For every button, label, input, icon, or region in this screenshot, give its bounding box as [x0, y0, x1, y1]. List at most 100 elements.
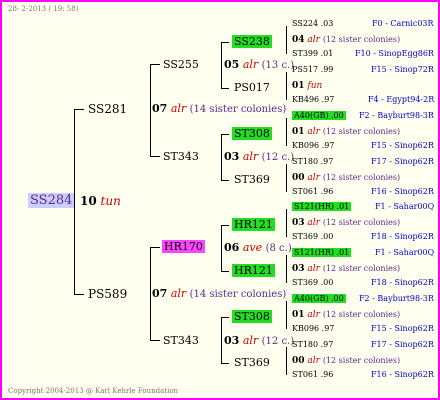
connector-line — [74, 109, 84, 110]
connector-line — [221, 88, 229, 89]
gen2-node[interactable]: SS255 — [163, 59, 199, 70]
connector-line — [286, 347, 287, 375]
gen4-row[interactable]: KB496 .97 F4 - Egypt94-2R — [292, 95, 434, 104]
gen3-node[interactable]: ST369 — [234, 357, 270, 368]
connector-line — [221, 317, 222, 363]
gen4-id: ST061 .96 — [292, 370, 334, 379]
gen4-row[interactable]: A40(GB) .00 F2 - Bayburt98-3R — [292, 111, 434, 120]
connector-line — [74, 294, 84, 295]
gen4-id: S121(HR) .01 — [292, 248, 352, 257]
gen4-note: (12 sister colonies) — [322, 173, 401, 182]
gen1-node[interactable]: SS281 — [88, 103, 127, 115]
gen4-row[interactable]: S121(HR) .01 F1 - Sahar00Q — [292, 248, 434, 257]
gen4-row[interactable]: ST369 .00 F18 - Sinop62R — [292, 278, 434, 287]
gen4-id: S121(HR) .01 — [292, 202, 352, 211]
gen1-info: 07 alr (14 sister colonies) — [152, 287, 287, 300]
gen4-row[interactable]: ST399 .01 F10 - SinopEgg86R — [292, 49, 434, 58]
gen4-num: 01 — [292, 310, 305, 320]
gen4-row[interactable]: 00 alr (12 sister colonies) — [292, 174, 400, 183]
gen2-node[interactable]: ST343 — [163, 151, 199, 162]
gen4-line: F17 - Sinop62R — [371, 340, 434, 349]
connector-line — [150, 64, 151, 156]
gen4-breed: alr — [307, 264, 320, 274]
connector-line — [221, 363, 229, 364]
gen4-breed: alr — [307, 356, 320, 366]
gen4-num: 03 — [292, 264, 305, 274]
connector-line — [221, 180, 229, 181]
gen4-line: F18 - Sinop62R — [371, 232, 434, 241]
gen4-row[interactable]: ST369 .00 F18 - Sinop62R — [292, 233, 434, 241]
gen4-row[interactable]: ST180 .97 F17 - Sinop62R — [292, 157, 434, 166]
gen4-line: F2 - Bayburt98-3R — [359, 294, 434, 303]
connector-line — [221, 134, 229, 135]
root-id: SS284 — [28, 193, 75, 208]
gen2-node[interactable]: HR170 — [162, 240, 205, 253]
gen3-node[interactable]: ST308 — [232, 310, 272, 323]
gen4-id: ST180 .97 — [292, 157, 334, 166]
gen4-breed: alr — [307, 35, 320, 45]
gen4-row[interactable]: ST180 .97 F17 - Sinop62R — [292, 341, 434, 349]
gen4-id: PS517 .99 — [292, 65, 334, 74]
connector-line — [221, 271, 229, 272]
gen4-row[interactable]: 00 alr (12 sister colonies) — [292, 357, 400, 366]
gen1-node[interactable]: PS589 — [88, 288, 127, 300]
gen4-note: (12 sister colonies) — [322, 356, 401, 365]
gen4-line: F16 - Sinop62R — [371, 187, 434, 196]
gen4-row[interactable]: KB096 .97 F15 - Sinop62R — [292, 142, 434, 150]
gen4-row[interactable]: 03 alr (12 sister colonies) — [292, 219, 400, 228]
gen4-row[interactable]: ST061 .96 F16 - Sinop62R — [292, 188, 434, 196]
connector-line — [221, 317, 229, 318]
gen4-row[interactable]: ST061 .96 F16 - Sinop62R — [292, 370, 434, 379]
gen2-node[interactable]: ST343 — [163, 335, 199, 346]
gen4-id: ST399 .01 — [292, 49, 334, 58]
gen4-id: KB096 .97 — [292, 324, 335, 333]
gen4-id: SS224 .03 — [292, 19, 334, 28]
gen4-row[interactable]: S121(HR) .01 F1 - Sahar00Q — [292, 202, 434, 211]
connector-line — [221, 42, 229, 43]
gen3-node[interactable]: HR121 — [232, 218, 275, 231]
gen3-node[interactable]: ST369 — [234, 174, 270, 185]
gen3-node[interactable]: SS238 — [232, 35, 272, 48]
connector-line — [150, 64, 160, 65]
pedigree-frame: 28- 2-2013 ( 19: 58) Copyright 2004-2013… — [0, 0, 440, 400]
gen4-row[interactable]: 01 alr (12 sister colonies) — [292, 311, 400, 320]
header-date: 28- 2-2013 ( 19: 58) — [8, 5, 79, 13]
gen4-row[interactable]: 03 alr (12 sister colonies) — [292, 265, 400, 274]
gen4-row[interactable]: 04 alr (12 sister colonies) — [292, 36, 400, 45]
gen4-note: (12 sister colonies) — [322, 35, 401, 44]
connector-line — [286, 164, 287, 192]
connector-line — [150, 247, 151, 340]
gen4-breed: alr — [307, 127, 320, 137]
gen4-row[interactable]: KB096 .97 F15 - Sinop62R — [292, 324, 434, 333]
gen4-num: 00 — [292, 173, 305, 183]
gen4-line: F2 - Bayburt98-3R — [359, 111, 434, 120]
gen4-row[interactable]: A40(GB) .00 F2 - Bayburt98-3R — [292, 294, 434, 303]
root-info: 10 tun — [80, 195, 121, 207]
connector-line — [286, 301, 287, 329]
gen2-info: 06 ave (8 c.) — [224, 241, 292, 254]
gen4-row[interactable]: SS224 .03 F0 - Carnic03R — [292, 19, 434, 28]
gen3-node[interactable]: PS017 — [234, 82, 270, 93]
gen4-id: KB496 .97 — [292, 95, 335, 104]
gen3-node[interactable]: HR121 — [232, 264, 275, 277]
gen4-id: ST369 .00 — [292, 278, 334, 287]
gen3-node[interactable]: ST308 — [232, 127, 272, 140]
gen4-line: F15 - Sinop72R — [371, 65, 434, 74]
gen2-info: 03 alr (12 c.) — [224, 150, 295, 163]
gen4-num: 04 — [292, 35, 305, 45]
root-node[interactable]: SS284 — [28, 193, 75, 208]
gen4-num: 00 — [292, 356, 305, 366]
gen4-note: (12 sister colonies) — [322, 310, 401, 319]
gen4-row[interactable]: 01 fun — [292, 82, 322, 91]
connector-line — [221, 42, 222, 88]
gen4-num: 01 — [292, 127, 305, 137]
connector-line — [150, 156, 160, 157]
gen4-line: F1 - Sahar00Q — [375, 202, 435, 211]
gen4-line: F0 - Carnic03R — [372, 19, 434, 28]
gen4-row[interactable]: 01 alr (12 sister colonies) — [292, 128, 400, 137]
gen4-row[interactable]: PS517 .99 F15 - Sinop72R — [292, 65, 434, 74]
gen4-breed: fun — [307, 81, 323, 91]
gen4-line: F17 - Sinop62R — [371, 157, 434, 166]
gen4-note: (12 sister colonies) — [322, 264, 401, 273]
connector-line — [221, 225, 229, 226]
